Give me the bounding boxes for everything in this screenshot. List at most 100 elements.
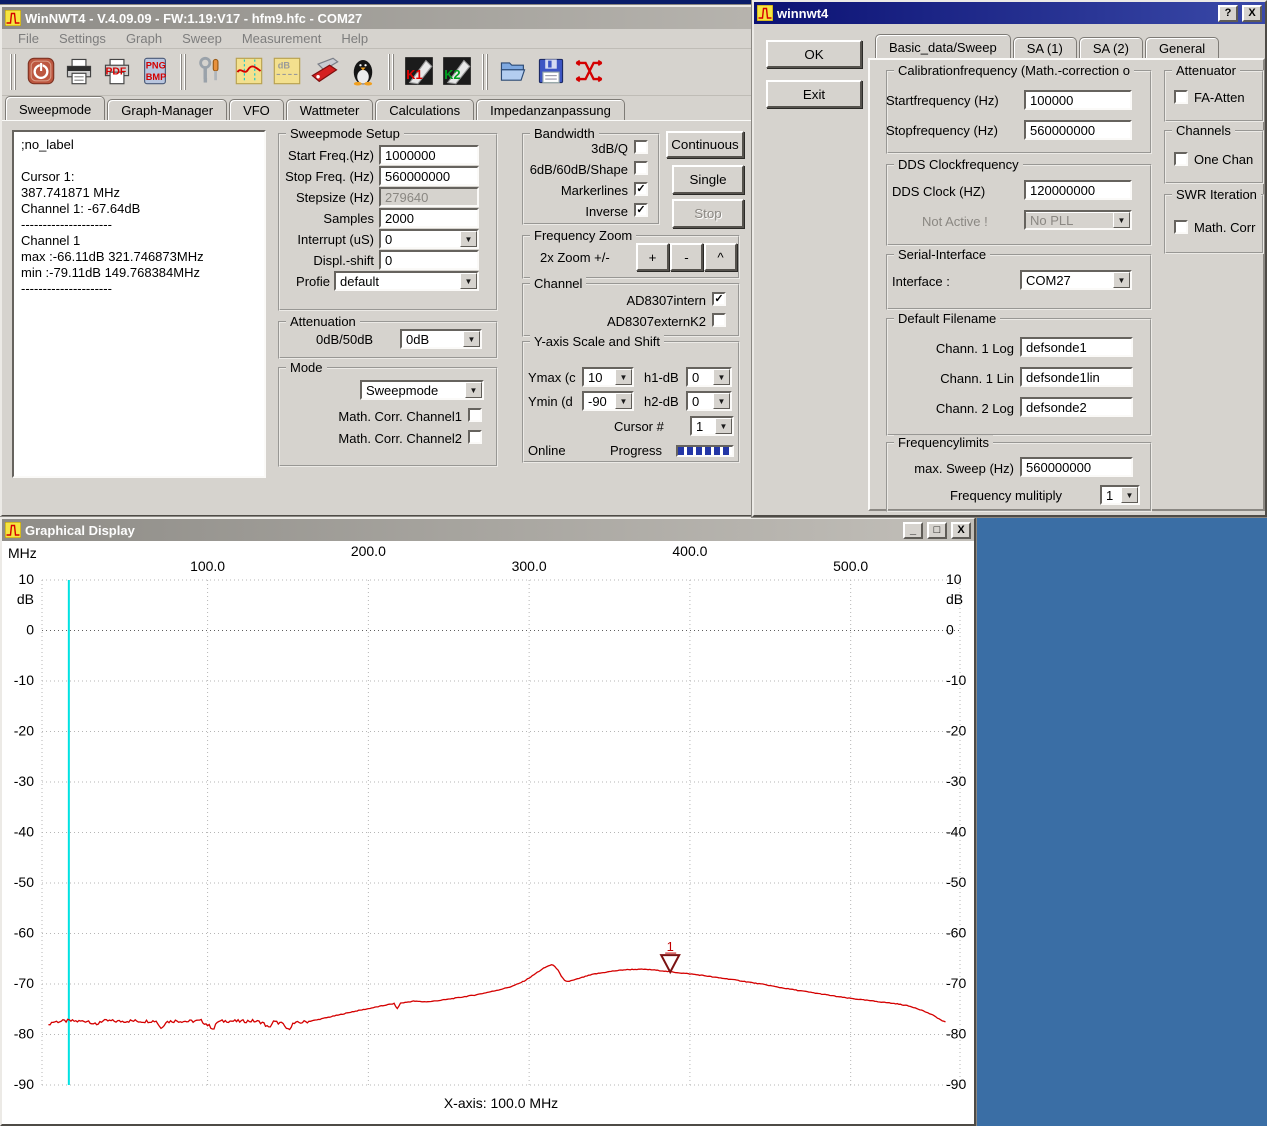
fa-atten-checkbox[interactable] (1174, 90, 1188, 104)
chevron-down-icon[interactable]: ▼ (1121, 487, 1138, 503)
swiss-knife-icon (310, 56, 340, 89)
swr-math-corr-checkbox[interactable] (1174, 220, 1188, 234)
help-button[interactable]: ? (1218, 5, 1238, 22)
h1-db-combo[interactable]: 0▼ (686, 367, 732, 387)
chevron-down-icon[interactable]: ▼ (460, 231, 477, 247)
minimize-button[interactable]: _ (903, 522, 923, 539)
cursor-number-combo[interactable]: 1▼ (690, 416, 734, 436)
chart-area[interactable]: MHz100.0200.0300.0400.0500.0101000-10-10… (2, 541, 974, 1124)
dialog-titlebar[interactable]: winnwt4 ? X (754, 2, 1265, 24)
ymax-combo[interactable]: 10▼ (582, 367, 634, 387)
math-corr-ch1-checkbox[interactable] (468, 408, 482, 422)
chann1-log-field[interactable]: defsonde1 (1020, 337, 1133, 357)
maximize-button[interactable]: □ (927, 522, 947, 539)
bandwidth-3db-q-checkbox[interactable] (634, 140, 648, 154)
interrupt-combo[interactable]: 0▼ (379, 229, 479, 249)
power-button[interactable] (22, 52, 60, 92)
chevron-down-icon[interactable]: ▼ (460, 273, 477, 289)
chevron-down-icon[interactable]: ▼ (615, 369, 632, 385)
save-file-button[interactable] (532, 52, 570, 92)
marker-1-icon[interactable] (661, 955, 679, 972)
measurement-info-panel[interactable]: ;no_label Cursor 1: 387.741871 MHz Chann… (12, 130, 266, 478)
attenuation-combo[interactable]: 0dB▼ (400, 329, 482, 349)
menu-measurement[interactable]: Measurement (232, 29, 331, 48)
dialog-tab-sa2[interactable]: SA (2) (1079, 37, 1143, 58)
y-tick-label-left: -90 (14, 1076, 34, 1092)
sweep-settings-button[interactable] (230, 52, 268, 92)
frequency-multiply-combo[interactable]: 1▼ (1100, 485, 1140, 505)
chann1-lin-field[interactable]: defsonde1lin (1020, 367, 1133, 387)
dialog-tab-basic-data[interactable]: Basic_data/Sweep (875, 34, 1011, 58)
chevron-down-icon[interactable]: ▼ (713, 393, 730, 409)
exit-button[interactable]: Exit (766, 80, 862, 108)
graph-window-titlebar[interactable]: Graphical Display _ □ X (2, 519, 974, 541)
attenuation-title: Attenuation (286, 314, 360, 329)
stop-freq-field[interactable]: 560000000 (379, 166, 479, 186)
ad8307-intern-checkbox[interactable]: ✓ (712, 292, 726, 306)
zoom-out-button[interactable]: - (670, 243, 703, 271)
menu-graph[interactable]: Graph (116, 29, 172, 48)
chevron-down-icon[interactable]: ▼ (463, 331, 480, 347)
displ-shift-field[interactable]: 0 (379, 250, 479, 270)
math-corr-ch2-checkbox[interactable] (468, 430, 482, 444)
dialog-tab-general[interactable]: General (1145, 37, 1219, 58)
export-image-button[interactable]: PNGBMP (136, 52, 174, 92)
chann2-log-field[interactable]: defsonde2 (1020, 397, 1133, 417)
close-button[interactable]: X (951, 522, 971, 539)
single-button[interactable]: Single (672, 165, 744, 194)
bandwidth-shape-checkbox[interactable] (634, 161, 648, 175)
y-tick-label-left: 10 (18, 571, 34, 587)
tab-impedanzanpassung[interactable]: Impedanzanpassung (476, 99, 625, 120)
profile-combo[interactable]: default▼ (334, 271, 479, 291)
chevron-down-icon[interactable]: ▼ (713, 369, 730, 385)
markerlines-checkbox[interactable]: ✓ (634, 182, 648, 196)
swr-iteration-group: SWR Iteration Math. Corr (1164, 194, 1264, 254)
open-file-button[interactable] (494, 52, 532, 92)
print-pdf-button[interactable]: PDF (98, 52, 136, 92)
impedance-button[interactable] (570, 52, 608, 92)
stop-button[interactable]: Stop (672, 199, 744, 228)
inverse-checkbox[interactable]: ✓ (634, 203, 648, 217)
samples-field[interactable]: 2000 (379, 208, 479, 228)
zoom-up-button[interactable]: ^ (704, 243, 737, 271)
close-button[interactable]: X (1242, 5, 1262, 22)
chevron-down-icon[interactable]: ▼ (1113, 272, 1130, 288)
tools-button[interactable] (192, 52, 230, 92)
continuous-button[interactable]: Continuous (666, 131, 744, 158)
ok-button[interactable]: OK (766, 40, 862, 68)
dds-clock-field[interactable]: 120000000 (1024, 180, 1132, 200)
max-sweep-field[interactable]: 560000000 (1020, 457, 1133, 477)
y-tick-label-right: -20 (946, 723, 966, 739)
tab-calculations[interactable]: Calculations (375, 99, 474, 120)
menu-file[interactable]: File (8, 29, 49, 48)
start-freq-field[interactable]: 1000000 (379, 145, 479, 165)
menu-settings[interactable]: Settings (49, 29, 116, 48)
startfrequency-field[interactable]: 100000 (1024, 90, 1132, 110)
dialog-tab-sa1[interactable]: SA (1) (1013, 37, 1077, 58)
k2-channel-button[interactable]: K2 (438, 52, 476, 92)
mode-combo[interactable]: Sweepmode▼ (360, 380, 484, 400)
ymin-combo[interactable]: -90▼ (582, 391, 634, 411)
chevron-down-icon[interactable]: ▼ (465, 382, 482, 398)
tab-graph-manager[interactable]: Graph-Manager (107, 99, 227, 120)
swiss-knife-button[interactable] (306, 52, 344, 92)
zoom-in-button[interactable]: + (636, 243, 669, 271)
print-button[interactable] (60, 52, 98, 92)
menu-sweep[interactable]: Sweep (172, 29, 232, 48)
mode-group: Mode Sweepmode▼ Math. Corr. Channel1 Mat… (278, 367, 498, 467)
tab-vfo[interactable]: VFO (229, 99, 284, 120)
chevron-down-icon[interactable]: ▼ (715, 418, 732, 434)
h2-db-combo[interactable]: 0▼ (686, 391, 732, 411)
tab-wattmeter[interactable]: Wattmeter (286, 99, 373, 120)
k1-channel-button[interactable]: K1 (400, 52, 438, 92)
one-chan-checkbox[interactable] (1174, 152, 1188, 166)
menu-help[interactable]: Help (331, 29, 378, 48)
ad8307-extern-checkbox[interactable] (712, 313, 726, 327)
db-scale-icon: dB (272, 56, 302, 89)
stopfrequency-field[interactable]: 560000000 (1024, 120, 1132, 140)
tux-button[interactable] (344, 52, 382, 92)
interface-combo[interactable]: COM27▼ (1020, 270, 1132, 290)
chevron-down-icon[interactable]: ▼ (615, 393, 632, 409)
db-scale-button[interactable]: dB (268, 52, 306, 92)
tab-sweepmode[interactable]: Sweepmode (5, 96, 105, 120)
